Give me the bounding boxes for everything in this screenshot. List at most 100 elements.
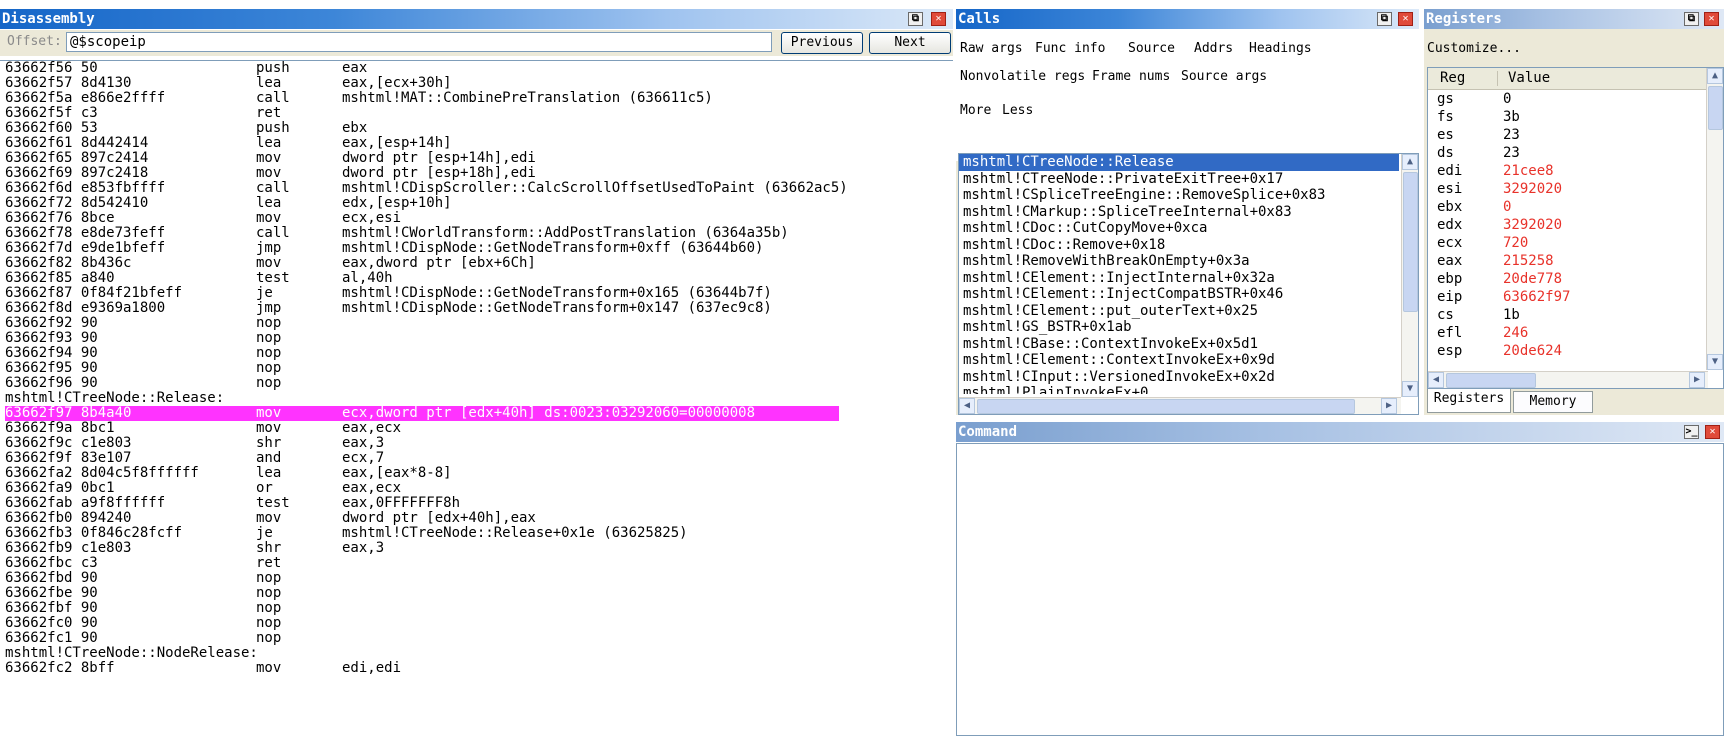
scroll-thumb[interactable] (1403, 172, 1418, 312)
disassembly-instruction-row[interactable]: 63662f96 90 nop (0, 376, 953, 391)
disassembly-instruction-row[interactable]: 63662f7d e9de1bfeff jmp mshtml!CDispNode::… (0, 241, 953, 256)
calls-option-row1-1[interactable]: Func info (1035, 41, 1105, 56)
scroll-right-icon[interactable]: ▶ (1381, 398, 1397, 414)
calls-option-row1-0[interactable]: Raw args (960, 41, 1023, 56)
disassembly-instruction-row[interactable]: 63662f93 90 nop (0, 331, 953, 346)
calls-option-row1-4[interactable]: Headings (1249, 41, 1312, 56)
disassembly-instruction-row[interactable]: 63662fa9 0bc1 or eax,ecx (0, 481, 953, 496)
disassembly-instruction-row[interactable]: 63662f9a 8bc1 mov eax,ecx (0, 421, 953, 436)
disassembly-instruction-row[interactable]: 63662f87 0f84f21bfeff je mshtml!CDispNode:… (0, 286, 953, 301)
register-row[interactable]: ebp 20de778 (1428, 270, 1708, 288)
scroll-thumb[interactable] (1446, 373, 1536, 388)
scroll-up-icon[interactable]: ▲ (1707, 68, 1723, 84)
calls-frame[interactable]: mshtml!RemoveWithBreakOnEmpty+0x3a (959, 253, 1399, 270)
disassembly-instruction-row[interactable]: 63662f82 8b436c mov eax,dword ptr [ebx+6Ch… (0, 256, 953, 271)
disassembly-instruction-row[interactable]: 63662fbf 90 nop (0, 601, 953, 616)
scroll-thumb[interactable] (1708, 86, 1723, 130)
calls-option-row3-1[interactable]: Less (1002, 103, 1033, 118)
disassembly-instruction-row[interactable]: 63662f94 90 nop (0, 346, 953, 361)
calls-vscroll[interactable]: ▲ ▼ (1401, 154, 1418, 397)
customize-link[interactable]: Customize... (1427, 41, 1521, 56)
register-value[interactable]: 3292020 (1503, 216, 1562, 234)
disassembly-instruction-row[interactable]: 63662f72 8d542410 lea edx,[esp+10h] (0, 196, 953, 211)
scroll-thumb[interactable] (977, 399, 1355, 414)
disassembly-instruction-row[interactable]: 63662f78 e8de73feff call mshtml!CWorldTran… (0, 226, 953, 241)
register-value[interactable]: 215258 (1503, 252, 1554, 270)
calls-stack-list[interactable]: mshtml!CTreeNode::Release mshtml!CTreeNod… (958, 153, 1419, 415)
close-icon[interactable]: ✕ (1398, 12, 1413, 26)
register-value[interactable]: 20de778 (1503, 270, 1562, 288)
calls-frame-selected[interactable]: mshtml!CTreeNode::Release (959, 154, 1399, 171)
registers-vscroll[interactable]: ▲ ▼ (1706, 68, 1723, 370)
dock-icon[interactable]: ⧉ (1684, 12, 1699, 26)
disassembly-symbol-label[interactable]: mshtml!CTreeNode::Release: (0, 391, 953, 406)
calls-frame[interactable]: mshtml!CMarkup::SpliceTreeInternal+0x83 (959, 204, 1399, 221)
disassembly-instruction-row[interactable]: 63662fbc c3 ret (0, 556, 953, 571)
calls-frame[interactable]: mshtml!CTreeNode::PrivateExitTree+0x17 (959, 171, 1399, 188)
register-row[interactable]: ebx 0 (1428, 198, 1708, 216)
disassembly-instruction-row[interactable]: 63662f69 897c2418 mov dword ptr [esp+18h],… (0, 166, 953, 181)
next-button[interactable]: Next (869, 32, 951, 54)
register-row[interactable]: fs 3b (1428, 108, 1708, 126)
calls-option-row2-1[interactable]: Frame nums (1092, 69, 1170, 84)
disassembly-instruction-row[interactable]: 63662f5f c3 ret (0, 106, 953, 121)
disassembly-listing[interactable]: 63662f56 50 push eax 63662f57 8d4130 lea eax,… (0, 60, 953, 736)
disassembly-titlebar[interactable]: Disassembly ⧉ ✕ (0, 9, 953, 29)
offset-input[interactable] (66, 32, 772, 52)
scroll-down-icon[interactable]: ▼ (1402, 381, 1418, 397)
register-value[interactable]: 23 (1503, 144, 1520, 162)
prompt-icon[interactable]: >_ (1684, 425, 1699, 439)
disassembly-instruction-row[interactable]: 63662f9f 83e107 and ecx,7 (0, 451, 953, 466)
disassembly-instruction-row[interactable]: 63662f60 53 push ebx (0, 121, 953, 136)
calls-frame[interactable]: mshtml!CElement::InjectInternal+0x32a (959, 270, 1399, 287)
disassembly-instruction-row[interactable]: 63662f5a e866e2ffff call mshtml!MAT::Combi… (0, 91, 953, 106)
command-titlebar[interactable]: Command >_ ✕ (956, 422, 1724, 442)
calls-frame[interactable]: mshtml!CBase::ContextInvokeEx+0x5d1 (959, 336, 1399, 353)
disassembly-instruction-row[interactable]: 63662f9c c1e803 shr eax,3 (0, 436, 953, 451)
close-icon[interactable]: ✕ (931, 12, 946, 26)
disassembly-instruction-row[interactable]: 63662fb9 c1e803 shr eax,3 (0, 541, 953, 556)
calls-frame[interactable]: mshtml!CDoc::Remove+0x18 (959, 237, 1399, 254)
register-row[interactable]: efl 246 (1428, 324, 1708, 342)
calls-option-row1-3[interactable]: Addrs (1194, 41, 1233, 56)
command-output[interactable] (956, 443, 1724, 736)
calls-frame[interactable]: mshtml!PlainInvokeEx+0 (959, 385, 1399, 394)
register-row[interactable]: cs 1b (1428, 306, 1708, 324)
scroll-left-icon[interactable]: ◀ (959, 398, 975, 414)
calls-frame[interactable]: mshtml!CDoc::CutCopyMove+0xca (959, 220, 1399, 237)
register-row[interactable]: esp 20de624 (1428, 342, 1708, 360)
disassembly-instruction-row[interactable]: 63662fa2 8d04c5f8ffffff lea eax,[eax*8-8] (0, 466, 953, 481)
register-row[interactable]: eip 63662f97 (1428, 288, 1708, 306)
disassembly-instruction-row[interactable]: 63662f6d e853fbffff call mshtml!CDispScrol… (0, 181, 953, 196)
register-value[interactable]: 3b (1503, 108, 1520, 126)
register-value[interactable]: 246 (1503, 324, 1528, 342)
calls-option-row2-0[interactable]: Nonvolatile regs (960, 69, 1085, 84)
calls-frame[interactable]: mshtml!CElement::ContextInvokeEx+0x9d (959, 352, 1399, 369)
calls-option-row1-2[interactable]: Source (1128, 41, 1175, 56)
register-value[interactable]: 23 (1503, 126, 1520, 144)
registers-hscroll[interactable]: ◀ ▶ (1428, 371, 1708, 388)
disassembly-instruction-row[interactable]: 63662f95 90 nop (0, 361, 953, 376)
disassembly-instruction-row[interactable]: 63662fab a9f8ffffff test eax,0FFFFFFF8h (0, 496, 953, 511)
calls-titlebar[interactable]: Calls ⧉ ✕ (956, 9, 1419, 29)
calls-hscroll[interactable]: ◀ ▶ (959, 397, 1401, 414)
dock-icon[interactable]: ⧉ (1377, 12, 1392, 26)
calls-frame[interactable]: mshtml!CSpliceTreeEngine::RemoveSplice+0… (959, 187, 1399, 204)
register-value[interactable]: 0 (1503, 90, 1511, 108)
disassembly-instruction-row[interactable]: 63662f65 897c2414 mov dword ptr [esp+14h],… (0, 151, 953, 166)
calls-option-row3-0[interactable]: More (960, 103, 991, 118)
disassembly-instruction-row[interactable]: 63662f61 8d442414 lea eax,[esp+14h] (0, 136, 953, 151)
disassembly-instruction-row[interactable]: 63662f8d e9369a1800 jmp mshtml!CDispNode::… (0, 301, 953, 316)
register-row[interactable]: ds 23 (1428, 144, 1708, 162)
tab-registers[interactable]: Registers (1427, 389, 1511, 413)
tab-memory[interactable]: Memory (1513, 391, 1593, 413)
disassembly-instruction-row[interactable]: 63662fb0 894240 mov dword ptr [edx+40h],ea… (0, 511, 953, 526)
close-icon[interactable]: ✕ (1704, 12, 1719, 26)
registers-titlebar[interactable]: Registers ⧉ ✕ (1424, 9, 1724, 29)
disassembly-instruction-row[interactable]: 63662fc1 90 nop (0, 631, 953, 646)
register-row[interactable]: es 23 (1428, 126, 1708, 144)
disassembly-instruction-row[interactable]: 63662fc0 90 nop (0, 616, 953, 631)
disassembly-instruction-row[interactable]: 63662f92 90 nop (0, 316, 953, 331)
disassembly-instruction-row[interactable]: 63662fbe 90 nop (0, 586, 953, 601)
disassembly-instruction-row[interactable]: 63662f57 8d4130 lea eax,[ecx+30h] (0, 76, 953, 91)
